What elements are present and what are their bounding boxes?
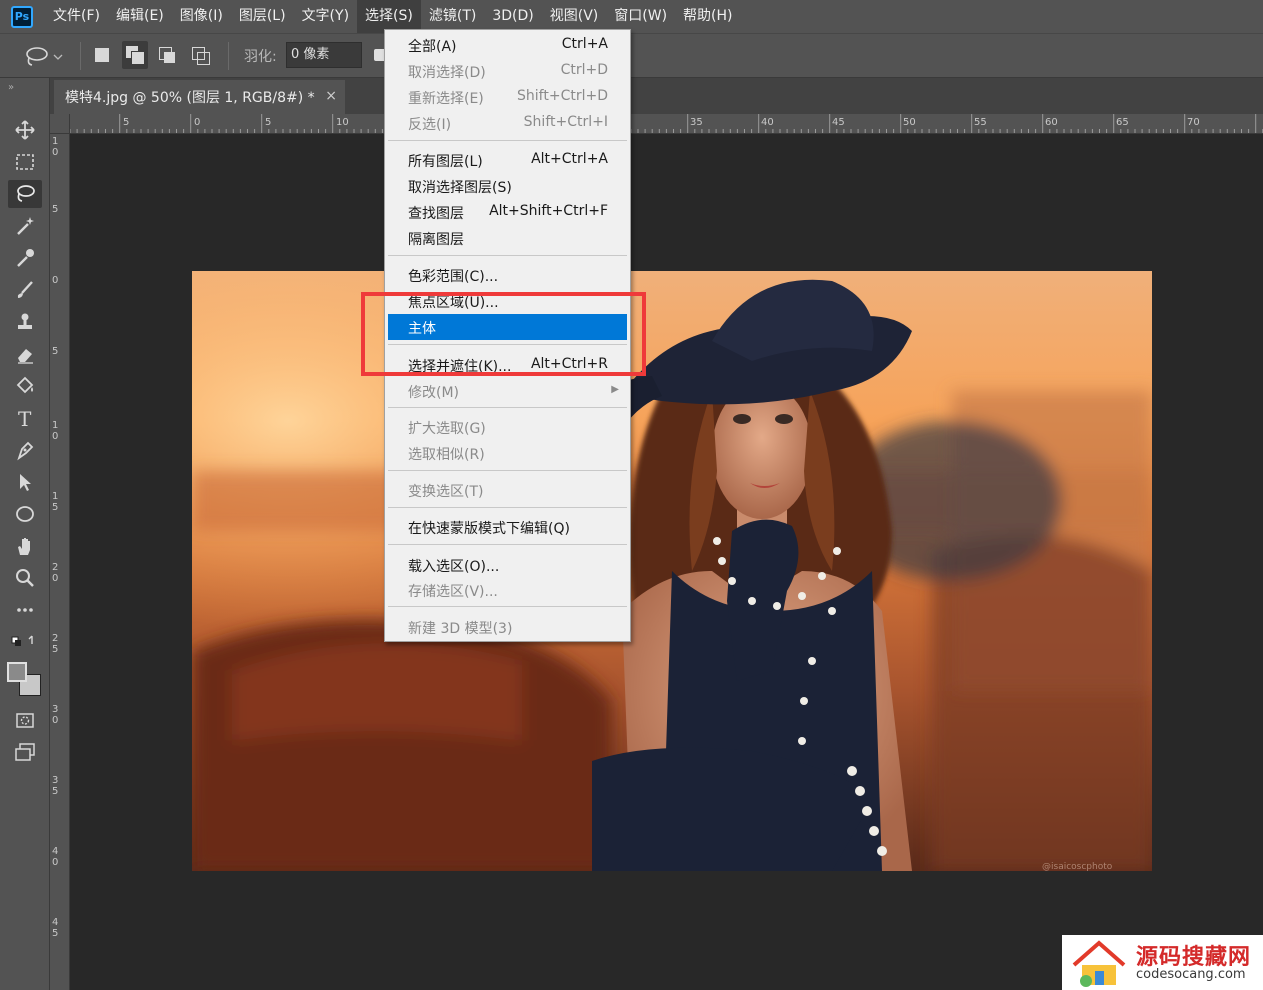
type-tool-icon[interactable]: T bbox=[8, 404, 42, 432]
lasso-icon[interactable] bbox=[24, 46, 64, 72]
menu-bar: Ps 文件(F) 编辑(E) 图像(I) 图层(L) 文字(Y) 选择(S) 滤… bbox=[0, 0, 1263, 33]
document-tab[interactable]: 模特4.jpg @ 50% (图层 1, RGB/8#) * × bbox=[54, 80, 345, 114]
feather-value: 0 像素 bbox=[291, 47, 330, 62]
lasso-tool-icon[interactable] bbox=[8, 180, 42, 208]
brush-tool-icon[interactable] bbox=[8, 276, 42, 304]
ruler-left[interactable]: 1 0 5 0 5 1 0 1 5 2 0 2 5 3 0 3 5 4 0 4 … bbox=[50, 134, 70, 990]
ruler-label: 4 5 bbox=[52, 917, 59, 939]
document-image[interactable]: @isaicoscphoto bbox=[192, 271, 1152, 871]
menu-item-isolate-layers[interactable]: 隔离图层 bbox=[388, 225, 627, 251]
menu-item-similar[interactable]: 选取相似(R) bbox=[388, 440, 627, 466]
pen-tool-icon[interactable] bbox=[8, 436, 42, 464]
intersect-selection-button[interactable] bbox=[191, 46, 210, 65]
ruler-label: 1 0 bbox=[52, 420, 59, 442]
ruler-label: 2 0 bbox=[52, 562, 59, 584]
menu-item-load-selection[interactable]: 载入选区(O)... bbox=[388, 552, 627, 578]
eraser-tool-icon[interactable] bbox=[8, 340, 42, 368]
menu-type[interactable]: 文字(Y) bbox=[294, 0, 357, 33]
ruler-label: 2 5 bbox=[52, 633, 59, 655]
photoshop-logo-icon: Ps bbox=[11, 5, 33, 28]
color-swatches[interactable] bbox=[7, 662, 41, 696]
feather-input[interactable]: 0 像素 bbox=[286, 42, 362, 68]
house-logo-icon bbox=[1072, 940, 1126, 987]
screen-mode-icon[interactable] bbox=[8, 738, 42, 766]
menu-item-reselect[interactable]: 重新选择(E) Shift+Ctrl+D bbox=[388, 84, 627, 110]
document-tab-bar: 模特4.jpg @ 50% (图层 1, RGB/8#) * × bbox=[50, 78, 1263, 114]
menu-file[interactable]: 文件(F) bbox=[45, 0, 108, 33]
swap-colors-icon[interactable] bbox=[8, 630, 42, 650]
new-selection-button[interactable] bbox=[95, 48, 109, 62]
ruler-corner[interactable] bbox=[50, 114, 70, 134]
menu-item-inverse[interactable]: 反选(I) Shift+Ctrl+I bbox=[388, 110, 627, 136]
menu-separator bbox=[388, 606, 627, 607]
foreground-color-swatch[interactable] bbox=[7, 662, 27, 682]
ruler-label: 4 0 bbox=[52, 846, 59, 868]
document-title: 模特4.jpg @ 50% (图层 1, RGB/8#) * bbox=[65, 90, 315, 106]
close-tab-icon[interactable]: × bbox=[325, 88, 337, 104]
add-to-selection-button[interactable] bbox=[122, 41, 148, 69]
menu-item-all-layers[interactable]: 所有图层(L) Alt+Ctrl+A bbox=[388, 147, 627, 173]
menu-item-transform-selection[interactable]: 变换选区(T) bbox=[388, 477, 627, 503]
svg-text:T: T bbox=[18, 407, 32, 429]
subtract-from-selection-button[interactable] bbox=[158, 46, 176, 64]
ruler-label: 5 bbox=[52, 346, 59, 357]
ruler-label: 0 bbox=[52, 275, 59, 286]
paint-bucket-tool-icon[interactable] bbox=[8, 372, 42, 400]
ruler-label: 5 bbox=[52, 204, 59, 215]
submenu-arrow-icon: ▶ bbox=[611, 384, 619, 395]
ruler-label: 1 5 bbox=[52, 491, 59, 513]
watermark-url: codesocang.com bbox=[1136, 967, 1246, 982]
menu-item-color-range[interactable]: 色彩范围(C)... bbox=[388, 262, 627, 288]
panel-grip-icon[interactable]: » bbox=[8, 82, 14, 93]
photo-model-in-hat: @isaicoscphoto bbox=[192, 271, 1152, 871]
ruler-top[interactable]: 5 0 5 10 35 40 45 50 55 60 65 70 bbox=[70, 114, 1263, 134]
ruler-ticks bbox=[70, 114, 1263, 133]
svg-text:@isaicoscphoto: @isaicoscphoto bbox=[1042, 862, 1113, 871]
options-bar: 羽化: 0 像素 bbox=[0, 33, 1263, 78]
menu-help[interactable]: 帮助(H) bbox=[675, 0, 740, 33]
more-tools-icon[interactable] bbox=[8, 596, 42, 624]
menu-item-deselect-layers[interactable]: 取消选择图层(S) bbox=[388, 173, 627, 199]
menu-separator bbox=[388, 407, 627, 408]
menu-item-all[interactable]: 全部(A) Ctrl+A bbox=[388, 32, 627, 58]
ruler-label: 1 0 bbox=[52, 136, 59, 158]
tools-panel: » T bbox=[0, 78, 50, 990]
marquee-tool-icon[interactable] bbox=[8, 148, 42, 176]
path-selection-tool-icon[interactable] bbox=[8, 468, 42, 496]
menu-edit[interactable]: 编辑(E) bbox=[108, 0, 172, 33]
menu-item-deselect[interactable]: 取消选择(D) Ctrl+D bbox=[388, 58, 627, 84]
menu-item-grow[interactable]: 扩大选取(G) bbox=[388, 414, 627, 440]
ruler-label: 3 0 bbox=[52, 704, 59, 726]
menu-item-quick-mask[interactable]: 在快速蒙版模式下编辑(Q) bbox=[388, 514, 627, 540]
stamp-tool-icon[interactable] bbox=[8, 308, 42, 336]
menu-separator bbox=[388, 544, 627, 545]
ellipse-tool-icon[interactable] bbox=[8, 500, 42, 528]
move-tool-icon[interactable] bbox=[8, 116, 42, 144]
menu-layer[interactable]: 图层(L) bbox=[231, 0, 294, 33]
menu-separator bbox=[388, 255, 627, 256]
hand-tool-icon[interactable] bbox=[8, 532, 42, 560]
ruler-label: 3 5 bbox=[52, 775, 59, 797]
zoom-tool-icon[interactable] bbox=[8, 564, 42, 592]
menu-item-new-3d-model[interactable]: 新建 3D 模型(3) bbox=[388, 614, 627, 640]
quick-selection-tool-icon[interactable] bbox=[8, 212, 42, 240]
menu-item-modify[interactable]: 修改(M) ▶ bbox=[388, 378, 627, 404]
feather-label: 羽化: bbox=[244, 49, 277, 65]
annotation-highlight-box bbox=[361, 292, 646, 376]
eyedropper-tool-icon[interactable] bbox=[8, 244, 42, 272]
menu-separator bbox=[388, 470, 627, 471]
menu-image[interactable]: 图像(I) bbox=[172, 0, 231, 33]
menu-item-find-layers[interactable]: 查找图层 Alt+Shift+Ctrl+F bbox=[388, 199, 627, 225]
menu-item-save-selection[interactable]: 存储选区(V)... bbox=[388, 577, 627, 603]
canvas-area[interactable]: @isaicoscphoto bbox=[70, 134, 1263, 990]
quick-mask-icon[interactable] bbox=[8, 706, 42, 734]
menu-separator bbox=[388, 507, 627, 508]
watermark: 源码搜藏网 codesocang.com bbox=[1062, 935, 1263, 990]
menu-separator bbox=[388, 140, 627, 141]
